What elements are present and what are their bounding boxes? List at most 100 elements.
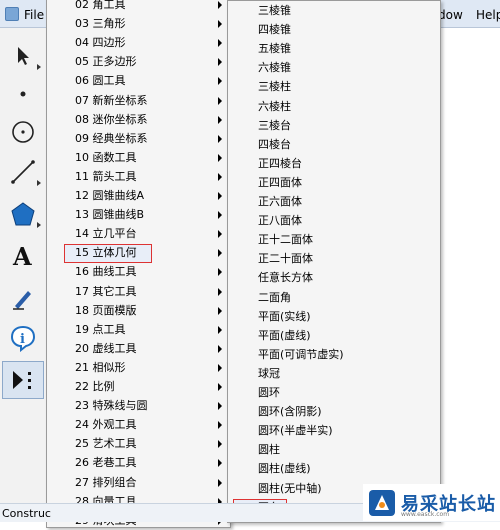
menu-item-label: 03 三角形 [75, 17, 126, 31]
menu-item[interactable]: 四棱台 [228, 135, 440, 154]
menu-item[interactable]: 14 立几平台 [47, 224, 230, 243]
menu-item[interactable]: 11 箭头工具 [47, 167, 230, 186]
menu-item[interactable]: 平面(实线) [228, 307, 440, 326]
menu-item[interactable]: 三棱台 [228, 116, 440, 135]
menu-item-label: 11 箭头工具 [75, 169, 137, 183]
menu-item[interactable]: 正八面体 [228, 211, 440, 230]
menu-item[interactable]: 六棱锥 [228, 58, 440, 77]
menu-item[interactable]: 02 角工具 [47, 0, 230, 14]
menu-item[interactable]: 17 其它工具 [47, 282, 230, 301]
menu-item-label: 圆环 [258, 386, 280, 399]
menu-item[interactable]: 平面(虚线) [228, 326, 440, 345]
menu-file[interactable]: File [24, 8, 44, 22]
circle-tool[interactable] [3, 114, 43, 150]
menu-item[interactable]: 06 圆工具 [47, 71, 230, 90]
menu-item-label: 14 立几平台 [75, 227, 137, 241]
submenu-arrow-icon [218, 287, 222, 296]
menu-item[interactable]: 23 特殊线与圆 [47, 396, 230, 415]
menu-item-label: 平面(虚线) [258, 328, 311, 342]
menu-item-label: 19 点工具 [75, 322, 126, 336]
menu-window[interactable]: dow [438, 8, 463, 22]
menu-item[interactable]: 10 函数工具 [47, 148, 230, 167]
menu-item[interactable]: 平面(可调节虚实) [228, 345, 440, 364]
menu-item[interactable]: 22 比例 [47, 377, 230, 396]
menu-item[interactable]: 24 外观工具 [47, 415, 230, 434]
submenu-indicator [37, 64, 41, 70]
menu-item[interactable]: 三棱柱 [228, 77, 440, 96]
menu-item-label: 五棱锥 [258, 42, 291, 56]
watermark-subtext: www.easck.com [401, 511, 450, 518]
submenu-arrow-icon [218, 249, 222, 258]
menu-item[interactable]: 二面角 [228, 288, 440, 307]
info-tool[interactable]: i [3, 320, 43, 356]
menu-item[interactable]: 04 四边形 [47, 33, 230, 52]
menu-item-label: 圆环(半虚半实) [258, 424, 333, 438]
menu-item[interactable]: 09 经典坐标系 [47, 129, 230, 148]
menu-item[interactable]: 圆柱(虚线) [228, 459, 440, 478]
menu-item[interactable]: 03 三角形 [47, 14, 230, 33]
point-tool[interactable] [3, 76, 43, 112]
menu-item[interactable]: 05 正多边形 [47, 52, 230, 71]
menu-item[interactable]: 07 新新坐标系 [47, 91, 230, 110]
menu-item-label: 四棱台 [258, 137, 291, 151]
submenu-arrow-icon [218, 134, 222, 143]
custom-tools-button[interactable] [2, 361, 44, 399]
menu-item[interactable]: 圆环 [228, 383, 440, 402]
menu-item[interactable]: 12 圆锥曲线A [47, 186, 230, 205]
menu-item-label: 13 圆锥曲线B [75, 208, 145, 222]
menu-item-label: 07 新新坐标系 [75, 93, 148, 107]
menu-item[interactable]: 16 曲线工具 [47, 262, 230, 281]
svg-text:A: A [12, 243, 32, 269]
move-tool[interactable] [3, 38, 43, 74]
menu-item[interactable]: 21 相似形 [47, 358, 230, 377]
menu-item[interactable]: 任意长方体 [228, 268, 440, 287]
submenu-arrow-icon [218, 20, 222, 29]
menu-item[interactable]: 四棱锥 [228, 20, 440, 39]
menu-item[interactable]: 三棱锥 [228, 1, 440, 20]
menu-item[interactable]: 圆环(含阴影) [228, 402, 440, 421]
menu-item-label: 15 立体几何 [75, 246, 137, 260]
menu-item-label: 球冠 [258, 366, 280, 380]
menu-item[interactable]: 正六面体 [228, 192, 440, 211]
menu-item[interactable]: 27 排列组合 [47, 473, 230, 492]
menu-item[interactable]: 13 圆锥曲线B [47, 205, 230, 224]
submenu-arrow-icon [218, 1, 222, 9]
text-tool-icon: A [12, 243, 32, 269]
menu-item-label: 16 曲线工具 [75, 265, 137, 279]
circle-tool-icon [12, 121, 34, 143]
status-text: Construc [2, 507, 51, 520]
menu-item[interactable]: 正四面体 [228, 173, 440, 192]
menu-item-label: 24 外观工具 [75, 418, 137, 432]
pen-tool[interactable] [3, 280, 43, 316]
menu-item-label: 圆柱(虚线) [258, 462, 311, 476]
menu-item[interactable]: 26 老巷工具 [47, 453, 230, 472]
menu-item[interactable]: 25 艺术工具 [47, 434, 230, 453]
menu-item[interactable]: 圆柱 [228, 440, 440, 459]
menu-item[interactable]: 20 虚线工具 [47, 339, 230, 358]
menu-item[interactable]: 15 立体几何 [47, 243, 230, 262]
submenu-arrow-icon [218, 459, 222, 468]
menu-item[interactable]: 正四棱台 [228, 154, 440, 173]
menu-item-label: 10 函数工具 [75, 150, 137, 164]
menu-item[interactable]: 18 页面模版 [47, 301, 230, 320]
menu-item-label: 圆柱(无中轴) [258, 481, 322, 495]
pen-tool-icon [13, 291, 31, 310]
menu-item[interactable]: 19 点工具 [47, 320, 230, 339]
line-tool[interactable] [3, 154, 43, 190]
polygon-tool[interactable] [3, 196, 43, 232]
menu-item-label: 四棱锥 [258, 23, 291, 37]
submenu-indicator [37, 222, 41, 228]
menu-item[interactable]: 球冠 [228, 364, 440, 383]
submenu-arrow-icon [218, 58, 222, 67]
menu-item[interactable]: 五棱锥 [228, 39, 440, 58]
submenu-arrow-icon [218, 268, 222, 277]
menu-item-label: 六棱锥 [258, 61, 291, 75]
menu-item-label: 09 经典坐标系 [75, 131, 148, 145]
text-tool[interactable]: A [3, 238, 43, 274]
menu-help[interactable]: Help [476, 8, 500, 22]
menu-item[interactable]: 正二十面体 [228, 249, 440, 268]
menu-item[interactable]: 圆环(半虚半实) [228, 421, 440, 440]
menu-item[interactable]: 六棱柱 [228, 97, 440, 116]
menu-item[interactable]: 正十二面体 [228, 230, 440, 249]
menu-item[interactable]: 08 迷你坐标系 [47, 110, 230, 129]
